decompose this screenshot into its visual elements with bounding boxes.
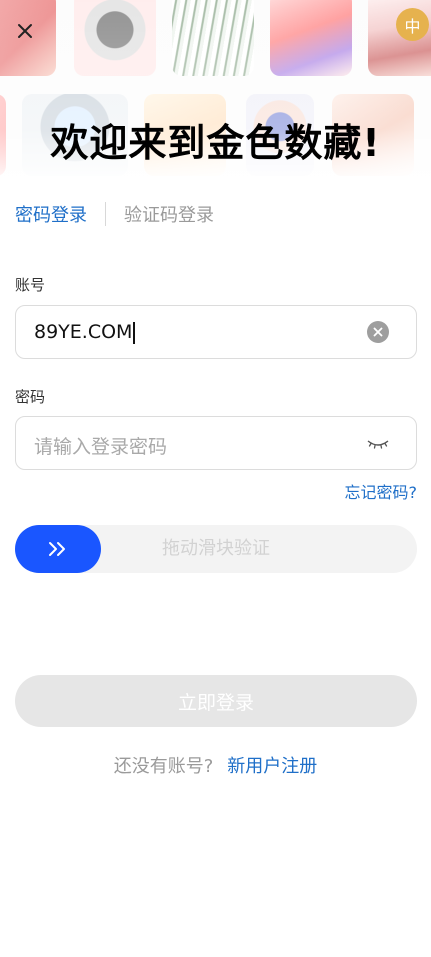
forgot-password-link[interactable]: 忘记密码?	[345, 479, 418, 503]
login-mode-tabs: 密码登录 验证码登录	[15, 200, 214, 228]
tab-code-login[interactable]: 验证码登录	[124, 201, 214, 227]
double-chevron-right-icon	[49, 542, 65, 556]
clear-input-icon[interactable]	[367, 321, 389, 343]
password-label: 密码	[15, 388, 46, 406]
login-button[interactable]: 立即登录	[15, 675, 417, 727]
register-link[interactable]: 新用户注册	[227, 756, 317, 777]
account-field[interactable]: 89YE.COM	[15, 305, 417, 359]
slider-captcha[interactable]: 拖动滑块验证	[15, 525, 417, 573]
tab-password-login[interactable]: 密码登录	[15, 201, 87, 227]
account-input-value[interactable]: 89YE.COM	[34, 321, 136, 344]
eye-closed-icon[interactable]	[366, 435, 390, 453]
language-toggle-button[interactable]: 中	[396, 8, 429, 41]
register-question: 还没有账号?	[113, 756, 214, 777]
close-icon	[18, 24, 32, 38]
slider-handle[interactable]	[15, 525, 101, 573]
tab-divider	[105, 202, 106, 226]
password-field[interactable]: 请输入登录密码	[15, 416, 417, 470]
language-label: 中	[404, 16, 421, 36]
x-icon	[373, 327, 383, 337]
text-caret	[133, 321, 136, 344]
account-label: 账号	[15, 276, 46, 294]
register-prompt: 还没有账号? 新用户注册	[0, 752, 431, 778]
password-placeholder[interactable]: 请输入登录密码	[34, 432, 167, 459]
welcome-title: 欢迎来到金色数藏!	[50, 121, 381, 165]
close-button[interactable]	[12, 18, 38, 44]
